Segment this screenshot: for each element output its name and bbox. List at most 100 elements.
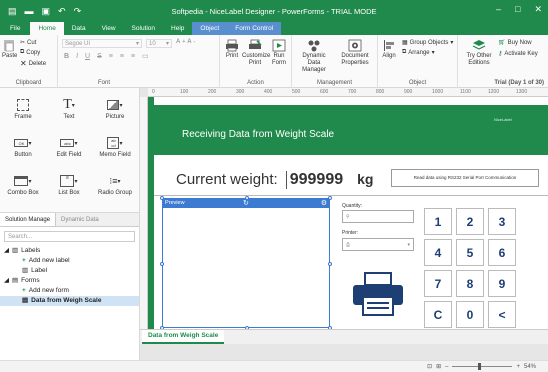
- paste-icon: [4, 40, 14, 52]
- fit-width-icon[interactable]: ⊞: [436, 363, 441, 370]
- font-grow-button[interactable]: A + A-: [176, 39, 195, 45]
- save-icon[interactable]: ▣: [42, 6, 51, 16]
- customize-print-button[interactable]: Customize Print: [242, 39, 270, 67]
- button-icon: OK: [14, 139, 29, 147]
- key-5[interactable]: 5: [456, 239, 484, 266]
- tool-picture[interactable]: ▾ Picture: [92, 96, 138, 120]
- read-data-button[interactable]: Read data using RS232 Serial Port Commun…: [391, 169, 539, 187]
- chevron-down-icon: ▾: [450, 40, 454, 46]
- tool-edit-field[interactable]: abc ▾ Edit Field: [46, 134, 92, 158]
- cut-button[interactable]: ✂ Cut: [20, 39, 36, 47]
- resize-handle[interactable]: [328, 262, 332, 266]
- tool-frame[interactable]: Frame: [0, 96, 46, 120]
- resize-handle[interactable]: [245, 196, 249, 200]
- quantity-field[interactable]: ⚲: [342, 210, 414, 223]
- font-size-select[interactable]: 10 ▾: [146, 39, 172, 48]
- align-button[interactable]: Align: [380, 39, 398, 60]
- preview-object[interactable]: Preview ↻ ⚙: [160, 196, 332, 329]
- minimize-icon[interactable]: –: [496, 4, 501, 15]
- tree-item-label[interactable]: ▥ Label: [0, 266, 139, 276]
- key-6[interactable]: 6: [488, 239, 516, 266]
- key-backspace[interactable]: <: [488, 301, 516, 328]
- tab-dynamic-data[interactable]: Dynamic Data: [56, 213, 104, 226]
- radio-group-icon: ⁝≡: [109, 175, 118, 186]
- dynamic-data-icon: [308, 40, 320, 52]
- zoom-in-icon[interactable]: +: [516, 364, 520, 370]
- key-1[interactable]: 1: [424, 208, 452, 235]
- scissors-icon: ✂: [20, 40, 26, 46]
- tab-file[interactable]: File: [0, 22, 30, 35]
- tree-node-forms[interactable]: ◢ ▤ Forms: [0, 276, 139, 286]
- tree-add-label[interactable]: + Add new label: [0, 256, 139, 266]
- undo-icon[interactable]: ↶: [58, 6, 66, 16]
- form-file-icon: ▤: [22, 297, 29, 304]
- form-design-surface[interactable]: Receiving Data from Weight Scale NiceLab…: [148, 97, 548, 329]
- key-2[interactable]: 2: [456, 208, 484, 235]
- tool-radio-group[interactable]: ⁝≡ ▾ Radio Group: [92, 172, 138, 197]
- tool-memo-field[interactable]: ab cd ▾ Memo Field: [92, 134, 138, 158]
- label-file-icon: ▥: [22, 267, 29, 274]
- paste-button[interactable]: Paste: [2, 39, 17, 60]
- close-icon[interactable]: ✕: [534, 4, 542, 15]
- tool-combo-box[interactable]: ▾ Combo Box: [0, 172, 46, 196]
- print-button[interactable]: Print: [223, 39, 241, 60]
- toolbox-panel: Frame T ▾ Text ▾ Picture OK ▾ Button abc ▾ …: [0, 88, 140, 212]
- buy-now-button[interactable]: 🛒︎ Buy Now: [498, 39, 532, 47]
- fit-page-icon[interactable]: ⊡: [427, 363, 432, 370]
- copy-button[interactable]: ⧉ Copy: [20, 49, 40, 56]
- tab-home[interactable]: Home: [30, 22, 64, 35]
- tab-view[interactable]: View: [94, 22, 124, 35]
- weight-value[interactable]: 999999: [285, 171, 343, 189]
- key-3[interactable]: 3: [488, 208, 516, 235]
- tab-object[interactable]: Object: [192, 22, 228, 35]
- key-clear[interactable]: C: [424, 301, 452, 328]
- horizontal-ruler: 0 100 200 300 400 500 600 700 800 900 10…: [148, 88, 548, 97]
- font-face-select[interactable]: Segoe UI ▾: [62, 39, 142, 48]
- resize-handle[interactable]: [160, 262, 164, 266]
- maximize-icon[interactable]: □: [515, 4, 520, 15]
- solution-search-input[interactable]: Search...: [4, 231, 135, 242]
- activate-key-button[interactable]: ⚷ Activate Key: [498, 50, 538, 58]
- try-other-editions-button[interactable]: Try Other Editions: [462, 39, 496, 67]
- rotate-handle-icon[interactable]: ↻: [243, 199, 249, 207]
- gear-icon[interactable]: ⚙: [321, 199, 327, 207]
- key-4[interactable]: 4: [424, 239, 452, 266]
- tool-text[interactable]: T ▾ Text: [46, 96, 92, 120]
- zoom-slider-thumb[interactable]: [478, 363, 482, 370]
- resize-handle[interactable]: [160, 196, 164, 200]
- tree-node-labels[interactable]: ◢ ▥ Labels: [0, 246, 139, 256]
- run-form-icon: [272, 39, 286, 52]
- key-0[interactable]: 0: [456, 301, 484, 328]
- form-header[interactable]: Receiving Data from Weight Scale NiceLab…: [154, 105, 548, 155]
- tree-add-form[interactable]: + Add new form: [0, 286, 139, 296]
- tab-data[interactable]: Data: [64, 22, 94, 35]
- arrange-button[interactable]: ⧉ Arrange ▾: [402, 49, 435, 56]
- tab-form-control[interactable]: Form Control: [227, 22, 282, 35]
- tool-button[interactable]: OK ▾ Button: [0, 134, 46, 158]
- document-properties-button[interactable]: Document Properties: [336, 39, 374, 67]
- dynamic-data-manager-button[interactable]: Dynamic Data Manager: [296, 39, 332, 74]
- open-icon[interactable]: ▬: [25, 6, 34, 16]
- resize-handle[interactable]: [328, 196, 332, 200]
- group-objects-button[interactable]: ▦ Group Objects ▾: [402, 39, 454, 47]
- font-style-buttons[interactable]: B I U S ≡ ≡ ≡ ▭: [64, 52, 149, 61]
- delete-button[interactable]: ✕ Delete: [20, 59, 46, 68]
- zoom-slider[interactable]: [452, 363, 513, 370]
- tab-help[interactable]: Help: [163, 22, 192, 35]
- zoom-out-icon[interactable]: –: [445, 364, 448, 370]
- form-header-title: Receiving Data from Weight Scale: [182, 129, 335, 140]
- tab-solution-manager[interactable]: Solution Manage: [0, 213, 57, 226]
- tool-list-box[interactable]: ≡ ▾ List Box: [46, 172, 92, 196]
- printer-label: Printer:: [342, 230, 359, 236]
- tree-item-form[interactable]: ▤ Data from Weigh Scale: [0, 296, 139, 306]
- key-9[interactable]: 9: [488, 270, 516, 297]
- design-canvas: 0 100 200 300 400 500 600 700 800 900 10…: [140, 88, 548, 360]
- redo-icon[interactable]: ↷: [74, 6, 82, 16]
- tab-solution[interactable]: Solution: [124, 22, 164, 35]
- document-tab[interactable]: Data from Weigh Scale: [142, 330, 225, 344]
- key-8[interactable]: 8: [456, 270, 484, 297]
- print-button-image[interactable]: [351, 269, 405, 317]
- key-7[interactable]: 7: [424, 270, 452, 297]
- run-form-button[interactable]: Run Form: [270, 39, 288, 67]
- printer-select[interactable]: ⎙ ▾: [342, 238, 414, 251]
